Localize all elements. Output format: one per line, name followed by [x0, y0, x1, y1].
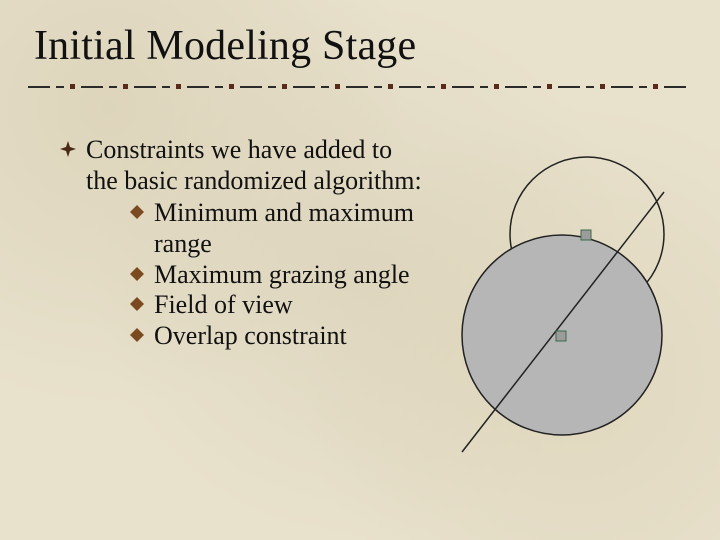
- sub-bullet-2-text: Maximum grazing angle: [154, 260, 410, 289]
- sub-bullet-list: Minimum and maximum range Maximum grazin…: [130, 198, 430, 351]
- slide-title: Initial Modeling Stage: [34, 22, 416, 70]
- star-bullet-icon: [60, 141, 76, 157]
- sub-bullet-1: Minimum and maximum range: [130, 198, 430, 259]
- constraint-diagram: [432, 152, 702, 462]
- diamond-bullet-icon: [130, 297, 144, 311]
- diamond-bullet-icon: [130, 205, 144, 219]
- diamond-bullet-icon: [130, 328, 144, 342]
- sub-bullet-4: Overlap constraint: [130, 321, 430, 352]
- slide: Initial Modeling Stage Constraints we ha…: [0, 0, 720, 540]
- sub-bullet-4-text: Overlap constraint: [154, 321, 347, 350]
- bullet-main-text: Constraints we have added to the basic r…: [86, 135, 422, 195]
- marker-lower: [556, 331, 566, 341]
- body-content: Constraints we have added to the basic r…: [60, 135, 430, 356]
- diamond-bullet-icon: [130, 267, 144, 281]
- title-underline-decoration: [28, 84, 692, 90]
- sub-bullet-2: Maximum grazing angle: [130, 260, 430, 291]
- sub-bullet-3: Field of view: [130, 290, 430, 321]
- sub-bullet-3-text: Field of view: [154, 290, 293, 319]
- marker-upper: [581, 230, 591, 240]
- sub-bullet-1-text: Minimum and maximum range: [154, 198, 414, 258]
- bullet-main: Constraints we have added to the basic r…: [60, 135, 430, 352]
